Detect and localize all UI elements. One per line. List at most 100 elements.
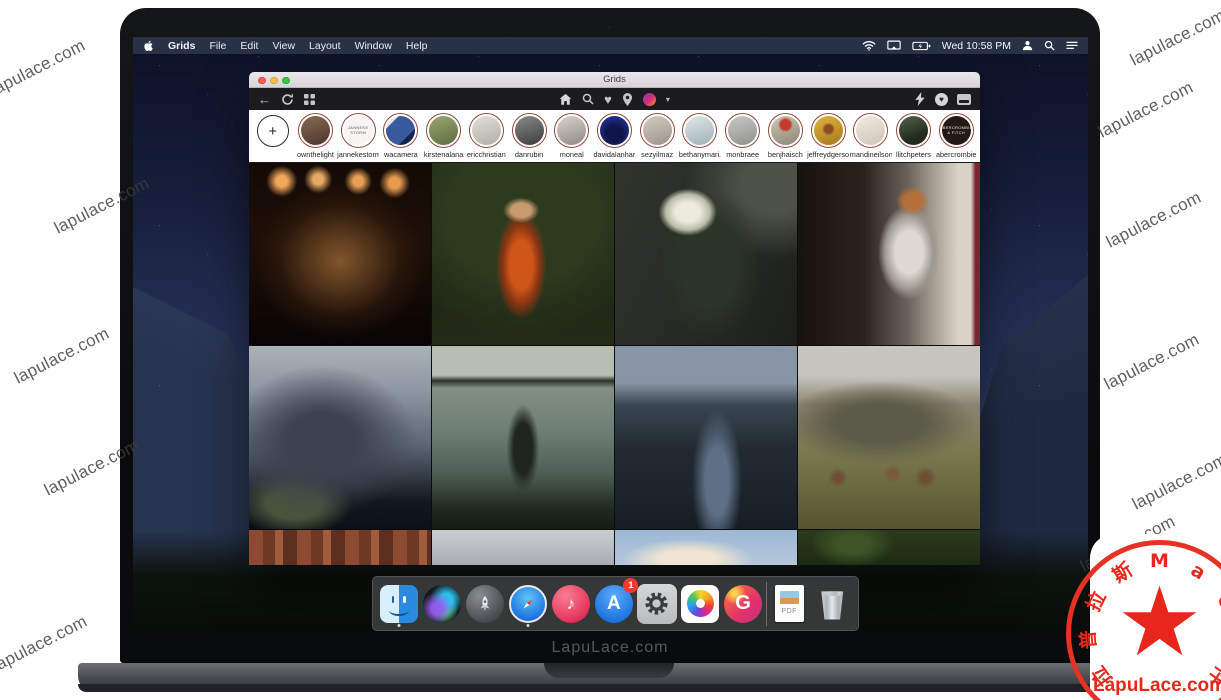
dropdown-caret-icon[interactable]: ▾ — [666, 95, 670, 104]
wifi-icon[interactable] — [862, 40, 876, 51]
photo-gray-mist-clouds[interactable] — [432, 530, 614, 565]
dock-separator — [766, 582, 767, 626]
story-username: bethanymari... — [679, 150, 721, 159]
story-username: monbraee — [722, 150, 764, 159]
activity-heart-icon[interactable]: ♥ — [935, 93, 948, 106]
home-icon[interactable] — [559, 91, 572, 107]
grid-view-icon[interactable] — [304, 91, 315, 107]
photo-river-through-forest-hills[interactable] — [615, 346, 797, 529]
inbox-icon[interactable] — [957, 94, 971, 105]
story-avatar — [557, 116, 586, 145]
photo-woman-standing-in-lake[interactable] — [432, 346, 614, 529]
search-icon[interactable] — [582, 91, 594, 107]
story-ring — [640, 113, 675, 148]
story-ring — [298, 113, 333, 148]
story-username: danrubin — [508, 150, 550, 159]
dock-grids-app[interactable]: G — [723, 581, 764, 627]
menu-item-edit[interactable]: Edit — [240, 40, 258, 52]
display-icon[interactable] — [887, 40, 901, 51]
story-ring: JANNEKE STORM — [341, 113, 376, 148]
story-moneal[interactable]: moneal — [551, 113, 593, 159]
photo-storm-clouds-fjord[interactable] — [249, 346, 431, 529]
back-icon[interactable]: ← — [258, 91, 271, 107]
story-llitchpeters[interactable]: llitchpeters — [893, 113, 935, 159]
story-username: moneal — [551, 150, 593, 159]
story-monbraee[interactable]: monbraee — [722, 113, 764, 159]
story-username: mandineilson_ — [850, 150, 892, 159]
dock-safari[interactable] — [507, 581, 548, 627]
menu-item-view[interactable]: View — [272, 40, 295, 52]
story-ring — [512, 113, 547, 148]
photo-forest-trees[interactable] — [798, 530, 980, 565]
story-avatar — [899, 116, 928, 145]
story-username: sezyilmaz — [636, 150, 678, 159]
story-sezyilmaz[interactable]: sezyilmaz — [636, 113, 678, 159]
story-benjhaisch[interactable]: benjhaisch — [764, 113, 806, 159]
dock-photos[interactable] — [680, 581, 721, 627]
story-kirstenalana[interactable]: kirstenalana — [423, 113, 465, 159]
screen: Grids File Edit View Layout Window Help Wed 1… — [133, 37, 1088, 632]
menu-clock[interactable]: Wed 10:58 PM — [942, 40, 1011, 52]
menu-item-help[interactable]: Help — [406, 40, 428, 52]
title-bar[interactable]: Grids — [249, 72, 980, 88]
story-avatar: JANNEKE STORM — [344, 116, 373, 145]
dock-pdf-document[interactable]: PDF — [769, 581, 810, 627]
story-ownthelight[interactable]: ownthelight — [294, 113, 336, 159]
dock-siri[interactable] — [421, 581, 462, 627]
user-icon[interactable] — [1022, 40, 1033, 51]
story-avatar — [600, 116, 629, 145]
profile-avatar[interactable] — [643, 93, 656, 106]
dock: ♪A1 GPDF — [372, 576, 859, 631]
macbook-base — [78, 663, 1141, 692]
story-avatar — [771, 116, 800, 145]
menu-item-window[interactable]: Window — [355, 40, 392, 52]
story-mandineilson_[interactable]: mandineilson_ — [850, 113, 892, 159]
photo-deer-in-field[interactable] — [798, 346, 980, 529]
search-icon[interactable] — [1044, 40, 1055, 51]
story-ericchristian[interactable]: ericchristian — [465, 113, 507, 159]
menu-item-layout[interactable]: Layout — [309, 40, 341, 52]
location-icon[interactable] — [622, 91, 633, 107]
window-title: Grids — [249, 74, 980, 85]
dock-finder[interactable] — [378, 581, 419, 627]
story-ring — [811, 113, 846, 148]
story-abercrombie[interactable]: Abercrombie & Fitchabercrombie — [935, 113, 977, 159]
photo-white-rose-still-life[interactable] — [615, 163, 797, 345]
photo-sky-golden-clouds[interactable] — [615, 530, 797, 565]
menu-item-file[interactable]: File — [209, 40, 226, 52]
story-username: jeffreydgerson — [807, 150, 849, 159]
story-avatar-text: JANNEKE STORM — [344, 126, 373, 136]
add-story-button[interactable]: + — [252, 113, 294, 147]
flash-icon[interactable] — [914, 91, 926, 107]
story-username: ericchristian — [465, 150, 507, 159]
dock-itunes[interactable]: ♪ — [550, 581, 591, 627]
dock-launchpad[interactable] — [464, 581, 505, 627]
photo-concert-stage-lights[interactable] — [249, 163, 431, 345]
story-danrubin[interactable]: danrubin — [508, 113, 550, 159]
apple-menu-icon[interactable] — [143, 40, 154, 52]
battery-icon[interactable] — [912, 41, 931, 51]
story-username: kirstenalana — [423, 150, 465, 159]
dock-trash[interactable] — [812, 581, 853, 627]
story-wacamera[interactable]: wacamera — [380, 113, 422, 159]
watermark: lapulace.com — [1103, 188, 1205, 253]
photo-woman-orange-dress-forest[interactable] — [432, 163, 614, 345]
dock-system-preferences[interactable] — [636, 581, 677, 627]
likes-icon[interactable]: ♥ — [604, 91, 612, 107]
story-ring — [469, 113, 504, 148]
refresh-icon[interactable] — [281, 91, 294, 107]
photo-woman-sitting-by-window[interactable] — [798, 163, 980, 345]
story-jannekestorm[interactable]: JANNEKE STORM jannekestorm — [337, 113, 379, 159]
photo-grid — [249, 163, 980, 565]
dock-app-store[interactable]: A1 — [593, 581, 634, 627]
story-bethanymari[interactable]: bethanymari... — [679, 113, 721, 159]
page: lapulace.com lapulace.com lapulace.com l… — [0, 0, 1221, 700]
photo-rust-red-bark-texture[interactable] — [249, 530, 431, 565]
story-davidalanhar[interactable]: davidalanhar... — [593, 113, 635, 159]
watermark: lapulace.com — [1127, 6, 1221, 71]
story-username: jannekestorm — [337, 150, 379, 159]
notification-list-icon[interactable] — [1066, 41, 1078, 51]
story-username: wacamera — [380, 150, 422, 159]
menu-item-app[interactable]: Grids — [168, 40, 195, 52]
story-jeffreydgerson[interactable]: jeffreydgerson — [807, 113, 849, 159]
